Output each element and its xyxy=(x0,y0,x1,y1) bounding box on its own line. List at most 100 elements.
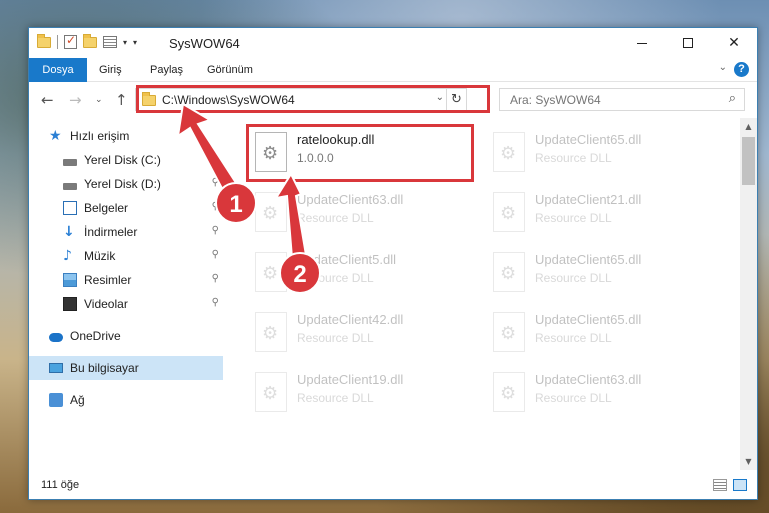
sidebar-item-local-disk-c[interactable]: Yerel Disk (C:) ⚲ xyxy=(29,148,223,172)
sidebar-item-label: Yerel Disk (C:) xyxy=(84,153,161,167)
sidebar-item-this-pc[interactable]: Bu bilgisayar xyxy=(29,356,223,380)
pin-icon[interactable]: ⚲ xyxy=(212,297,219,308)
forward-arrow-icon[interactable]: → xyxy=(69,91,82,109)
window-title: SysWOW64 xyxy=(169,36,240,51)
vertical-scrollbar[interactable]: ▲ ▼ xyxy=(740,118,757,470)
sidebar-item-videos[interactable]: Videolar ⚲ xyxy=(29,292,223,316)
close-button[interactable]: ✕ xyxy=(711,28,757,58)
up-arrow-icon[interactable]: ↑ xyxy=(115,91,128,109)
address-highlight-box xyxy=(136,85,490,113)
sidebar-item-network[interactable]: Ağ xyxy=(29,388,223,412)
file-item[interactable]: UpdateClient21.dll Resource DLL xyxy=(485,184,715,236)
sidebar-item-onedrive[interactable]: OneDrive xyxy=(29,324,223,348)
sidebar-item-label: Hızlı erişim xyxy=(70,129,130,143)
sidebar-item-label: Bu bilgisayar xyxy=(70,361,139,375)
title-bar: ▾ ▾ SysWOW64 ✕ xyxy=(29,28,757,58)
file-item[interactable]: UpdateClient63.dll Resource DLL xyxy=(485,364,715,416)
properties-check-icon[interactable] xyxy=(64,33,77,49)
recent-locations-icon[interactable]: ⌄ xyxy=(95,95,103,105)
close-icon: ✕ xyxy=(728,35,740,51)
file-description: Resource DLL xyxy=(535,331,612,345)
file-description: Resource DLL xyxy=(297,331,374,345)
tab-view[interactable]: Görünüm xyxy=(195,58,265,82)
drive-icon xyxy=(63,182,77,190)
sidebar-item-label: Müzik xyxy=(84,249,116,263)
file-item[interactable]: UpdateClient65.dll Resource DLL xyxy=(485,244,715,296)
tab-file[interactable]: Dosya xyxy=(29,58,87,82)
scroll-down-icon[interactable]: ▼ xyxy=(740,453,757,470)
computer-icon xyxy=(49,363,63,373)
file-name: UpdateClient65.dll xyxy=(535,252,642,267)
sidebar-item-music[interactable]: ♪ Müzik ⚲ xyxy=(29,244,223,268)
file-description: Resource DLL xyxy=(535,271,612,285)
tab-home[interactable]: Giriş xyxy=(87,58,134,82)
minimize-button[interactable] xyxy=(619,28,665,58)
sidebar-item-quick-access[interactable]: ★ Hızlı erişim xyxy=(29,124,223,148)
quick-access-toolbar: ▾ ▾ xyxy=(37,33,137,49)
sidebar-item-downloads[interactable]: ↓ İndirmeler ⚲ xyxy=(29,220,223,244)
search-box[interactable]: ⌕ xyxy=(499,88,745,111)
cloud-icon xyxy=(49,333,63,342)
customize-toolbar-icon[interactable]: ▾ xyxy=(133,38,137,47)
tiles-view-icon[interactable] xyxy=(733,479,747,491)
download-icon: ↓ xyxy=(63,224,75,240)
file-item[interactable]: UpdateClient65.dll Resource DLL xyxy=(485,304,715,356)
dll-file-icon xyxy=(255,252,287,292)
file-item[interactable]: UpdateClient5.dll Resource DLL xyxy=(247,244,477,296)
dll-file-icon xyxy=(493,192,525,232)
view-list-icon[interactable] xyxy=(103,36,117,48)
pin-icon[interactable]: ⚲ xyxy=(212,225,219,236)
search-input[interactable] xyxy=(500,89,700,110)
file-name: UpdateClient63.dll xyxy=(297,192,404,207)
pin-icon[interactable]: ⚲ xyxy=(212,201,219,212)
file-description: Resource DLL xyxy=(535,151,612,165)
file-name: UpdateClient63.dll xyxy=(535,372,642,387)
dll-file-icon xyxy=(493,372,525,412)
expand-ribbon-icon[interactable]: ⌄ xyxy=(719,62,727,73)
sidebar-item-local-disk-d[interactable]: Yerel Disk (D:) ⚲ xyxy=(29,172,223,196)
new-folder-icon[interactable] xyxy=(83,33,97,48)
sidebar-item-label: Yerel Disk (D:) xyxy=(84,177,161,191)
dll-file-icon xyxy=(255,372,287,412)
navigation-pane: ★ Hızlı erişim Yerel Disk (C:) ⚲ Yerel D… xyxy=(29,118,225,470)
pin-icon[interactable]: ⚲ xyxy=(212,177,219,188)
item-count: 111 öğe xyxy=(41,479,80,491)
network-icon xyxy=(49,393,63,407)
pin-icon[interactable]: ⚲ xyxy=(212,153,219,164)
maximize-button[interactable] xyxy=(665,28,711,58)
file-item[interactable]: UpdateClient42.dll Resource DLL xyxy=(247,304,477,356)
file-description: Resource DLL xyxy=(535,211,612,225)
back-arrow-icon[interactable]: ← xyxy=(41,91,54,109)
sidebar-item-label: Belgeler xyxy=(84,201,129,215)
documents-icon xyxy=(63,201,77,215)
tab-share[interactable]: Paylaş xyxy=(138,58,195,82)
pin-icon[interactable]: ⚲ xyxy=(212,273,219,284)
dll-file-icon xyxy=(255,192,287,232)
pin-icon[interactable]: ⚲ xyxy=(212,249,219,260)
star-icon: ★ xyxy=(49,128,62,144)
file-item[interactable]: UpdateClient65.dll Resource DLL xyxy=(485,124,715,176)
chevron-down-icon[interactable]: ▾ xyxy=(123,38,127,47)
file-item[interactable]: UpdateClient19.dll Resource DLL xyxy=(247,364,477,416)
sidebar-item-label: Videolar xyxy=(84,297,128,311)
file-description: Resource DLL xyxy=(297,211,374,225)
file-description: Resource DLL xyxy=(535,391,612,405)
search-icon[interactable]: ⌕ xyxy=(729,91,736,106)
details-view-icon[interactable] xyxy=(713,479,727,491)
video-icon xyxy=(63,297,77,311)
sidebar-item-documents[interactable]: Belgeler ⚲ xyxy=(29,196,223,220)
file-item[interactable]: UpdateClient63.dll Resource DLL xyxy=(247,184,477,236)
toolbar-divider xyxy=(57,35,58,49)
dll-file-icon xyxy=(493,312,525,352)
dll-file-icon xyxy=(255,312,287,352)
help-icon[interactable]: ? xyxy=(734,62,749,77)
ribbon-tabs: Dosya Giriş Paylaş Görünüm ⌄ ? xyxy=(29,58,757,82)
file-name: UpdateClient42.dll xyxy=(297,312,404,327)
file-description: Resource DLL xyxy=(297,271,374,285)
scroll-thumb[interactable] xyxy=(742,137,755,185)
file-name: UpdateClient5.dll xyxy=(297,252,397,267)
file-name: UpdateClient21.dll xyxy=(535,192,642,207)
sidebar-item-pictures[interactable]: Resimler ⚲ xyxy=(29,268,223,292)
sidebar-item-label: İndirmeler xyxy=(84,225,138,239)
scroll-up-icon[interactable]: ▲ xyxy=(740,118,757,135)
